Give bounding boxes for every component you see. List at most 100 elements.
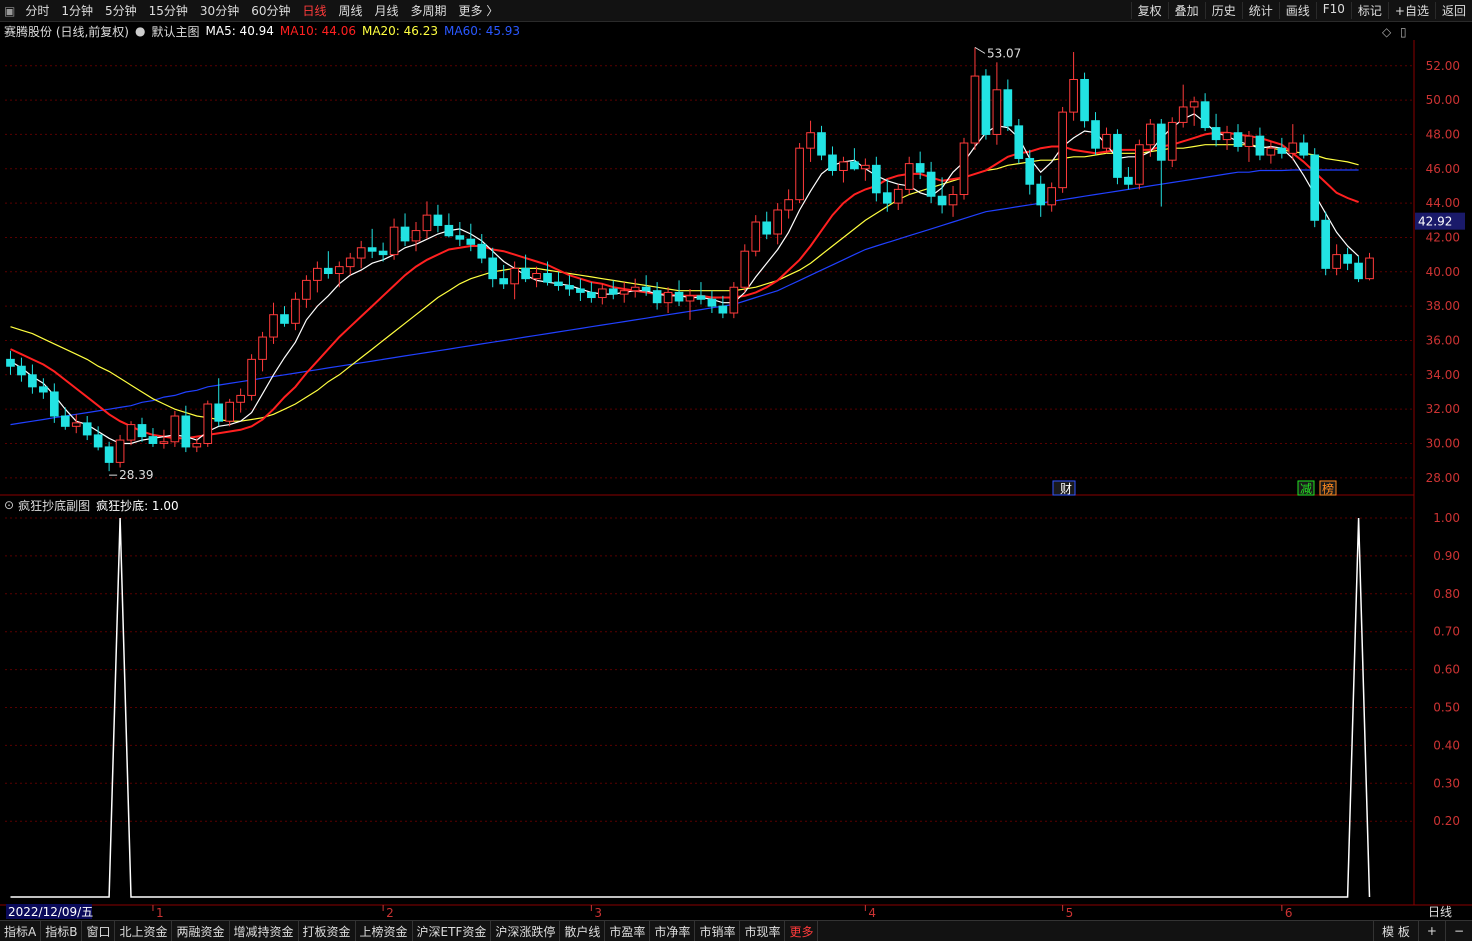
candle-body bbox=[1036, 183, 1046, 206]
price-tick-label: 36.00 bbox=[1426, 333, 1460, 347]
grid-lines bbox=[0, 40, 1472, 906]
candle-body bbox=[60, 415, 70, 427]
low-label: 28.39 bbox=[119, 468, 153, 482]
candle-body bbox=[334, 266, 344, 275]
candle-body bbox=[871, 164, 881, 194]
candle-body bbox=[1354, 262, 1363, 280]
candle-body bbox=[313, 267, 322, 281]
bottom-indicator-tabs: 指标A 指标B 窗口 北上资金 两融资金 增减持资金 打板资金 上榜资金 沪深ETF资金 沪深涨跌… bbox=[0, 920, 1472, 941]
candle-body bbox=[718, 305, 728, 314]
candle-body bbox=[729, 286, 739, 314]
indicator-tab[interactable]: 两融资金 bbox=[172, 921, 230, 941]
candlesticks bbox=[6, 47, 1374, 472]
candle-body bbox=[587, 291, 596, 299]
x-tick-label: 4 bbox=[868, 906, 876, 920]
candle-body bbox=[652, 290, 662, 304]
candle-body bbox=[630, 286, 640, 292]
candle-body bbox=[1003, 89, 1013, 127]
candle-body bbox=[203, 403, 213, 444]
template-control[interactable]: − bbox=[1444, 921, 1472, 941]
candle-body bbox=[619, 290, 629, 295]
candle-body bbox=[554, 281, 563, 287]
indicator-tab[interactable]: 市现率 bbox=[740, 921, 786, 941]
template-control[interactable]: 模 板 bbox=[1373, 921, 1418, 941]
candle-body bbox=[1058, 111, 1067, 189]
candle-body bbox=[1156, 123, 1166, 161]
indicator-tab[interactable]: 更多 bbox=[785, 921, 819, 941]
indicator-tab[interactable]: 上榜资金 bbox=[356, 921, 413, 941]
indicator-tab[interactable]: 市盈率 bbox=[605, 921, 651, 941]
x-tick-label: 5 bbox=[1066, 906, 1074, 920]
price-tick-label: 30.00 bbox=[1426, 436, 1460, 450]
x-tick-label: 2 bbox=[386, 906, 394, 920]
indicator-tab[interactable]: 沪深涨跌停 bbox=[491, 921, 561, 941]
candle-body bbox=[280, 314, 289, 324]
candle-body bbox=[696, 295, 706, 300]
candle-body bbox=[214, 403, 224, 422]
candle-body bbox=[959, 142, 969, 196]
candle-body bbox=[795, 147, 804, 201]
candle-body bbox=[915, 163, 925, 173]
candle-body bbox=[39, 386, 48, 393]
candle-body bbox=[685, 295, 695, 302]
candle-body bbox=[926, 171, 936, 197]
annotations: 53.07 28.39 42.92 财 减榜 2022/12/09/五 日线 ◇ ▯ bbox=[6, 25, 1465, 919]
indicator-tab[interactable]: 沪深ETF资金 bbox=[413, 921, 492, 941]
sub-tick-label: 0.90 bbox=[1433, 549, 1460, 563]
candle-body bbox=[1080, 78, 1089, 122]
indicator-tab[interactable]: 散户线 bbox=[560, 921, 606, 941]
candle-body bbox=[6, 358, 15, 367]
price-tick-label: 48.00 bbox=[1426, 127, 1460, 141]
candle-body bbox=[773, 209, 783, 235]
candle-body bbox=[444, 224, 454, 237]
indicator-tab[interactable]: 打板资金 bbox=[299, 921, 356, 941]
candle-body bbox=[499, 278, 509, 285]
candle-body bbox=[1014, 125, 1024, 159]
candle-body bbox=[302, 279, 311, 300]
candle-body bbox=[488, 257, 498, 280]
price-tick-label: 44.00 bbox=[1426, 196, 1460, 210]
candle-body bbox=[93, 434, 103, 448]
candle-body bbox=[170, 415, 180, 443]
indicator-tab[interactable]: 指标A bbox=[0, 921, 42, 941]
candle-body bbox=[323, 267, 333, 275]
candle-body bbox=[455, 235, 465, 240]
candle-body bbox=[389, 226, 399, 256]
template-control[interactable]: + bbox=[1417, 921, 1445, 941]
candle-body bbox=[1211, 127, 1221, 141]
ma5-line bbox=[10, 113, 1360, 445]
price-tick-label: 50.00 bbox=[1426, 93, 1460, 107]
candle-body bbox=[1310, 154, 1320, 221]
candle-body bbox=[740, 250, 750, 288]
price-tick-label: 52.00 bbox=[1426, 59, 1460, 73]
candle-body bbox=[904, 163, 914, 190]
indicator-tab[interactable]: 指标B bbox=[41, 921, 83, 941]
candle-body bbox=[291, 298, 300, 324]
candle-body bbox=[148, 436, 158, 444]
high-label: 53.07 bbox=[987, 46, 1021, 60]
indicator-tab[interactable]: 增减持资金 bbox=[230, 921, 299, 941]
moving-average-lines bbox=[10, 113, 1360, 445]
candle-body bbox=[576, 288, 585, 293]
indicator-tab[interactable]: 市销率 bbox=[695, 921, 741, 941]
candle-body bbox=[608, 288, 618, 295]
price-tick-label: 46.00 bbox=[1426, 162, 1460, 176]
indicator-tab[interactable]: 市净率 bbox=[650, 921, 696, 941]
candle-body bbox=[192, 442, 202, 448]
candle-body bbox=[1102, 133, 1111, 149]
indicator-tab[interactable]: 北上资金 bbox=[115, 921, 173, 941]
candle-body bbox=[762, 221, 772, 235]
chart-area[interactable]: 28.00 30.00 32.00 34.00 36.00 38.00 40.00 42.00… bbox=[0, 0, 1472, 920]
ma60-line bbox=[10, 169, 1359, 426]
candle-body bbox=[1233, 132, 1243, 147]
candle-body bbox=[1277, 147, 1287, 154]
high-pointer bbox=[974, 46, 986, 54]
sub-tick-label: 0.50 bbox=[1433, 701, 1460, 715]
candle-body bbox=[839, 161, 848, 171]
candle-body bbox=[1091, 120, 1100, 149]
indicator-tab[interactable]: 窗口 bbox=[82, 921, 116, 941]
candle-body bbox=[1244, 135, 1254, 147]
candle-body bbox=[1222, 132, 1232, 141]
candle-body bbox=[225, 401, 235, 422]
candle-body bbox=[1178, 106, 1188, 123]
